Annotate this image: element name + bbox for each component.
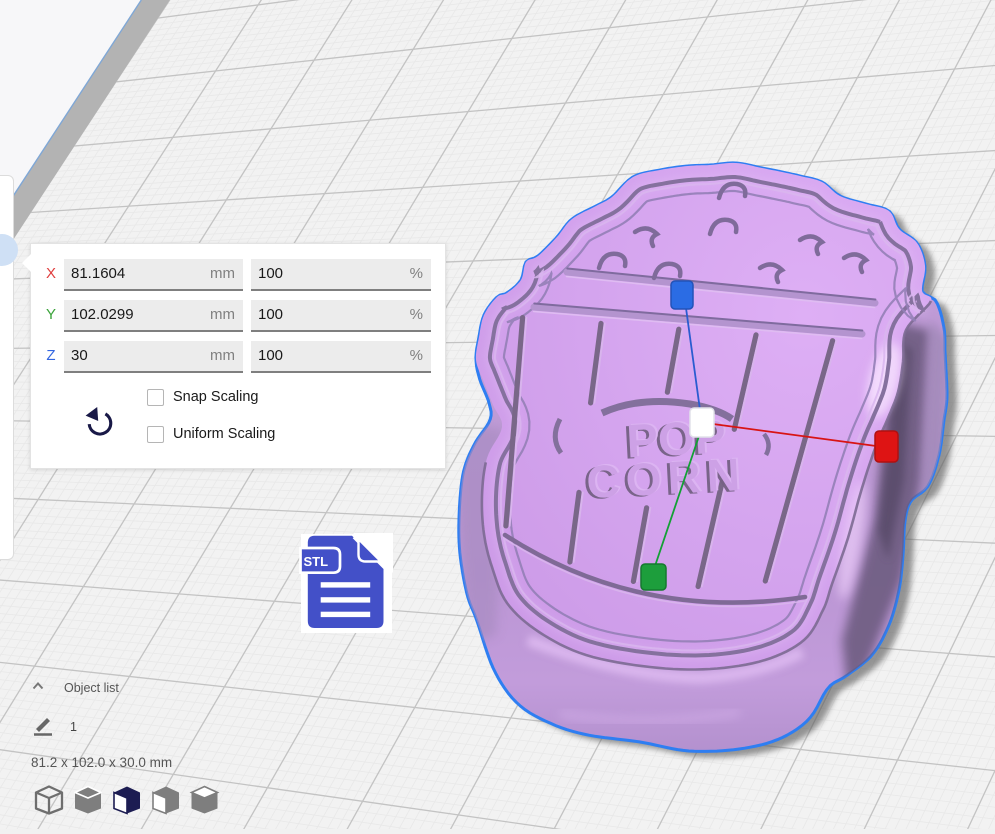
- svg-text:81.2 x 102.0 x 30.0 mm: 81.2 x 102.0 x 30.0 mm: [31, 755, 172, 770]
- svg-text:Object list: Object list: [64, 681, 119, 695]
- svg-text:CORN: CORN: [585, 448, 747, 508]
- svg-text:1: 1: [70, 720, 77, 734]
- svg-text:STL: STL: [304, 554, 329, 569]
